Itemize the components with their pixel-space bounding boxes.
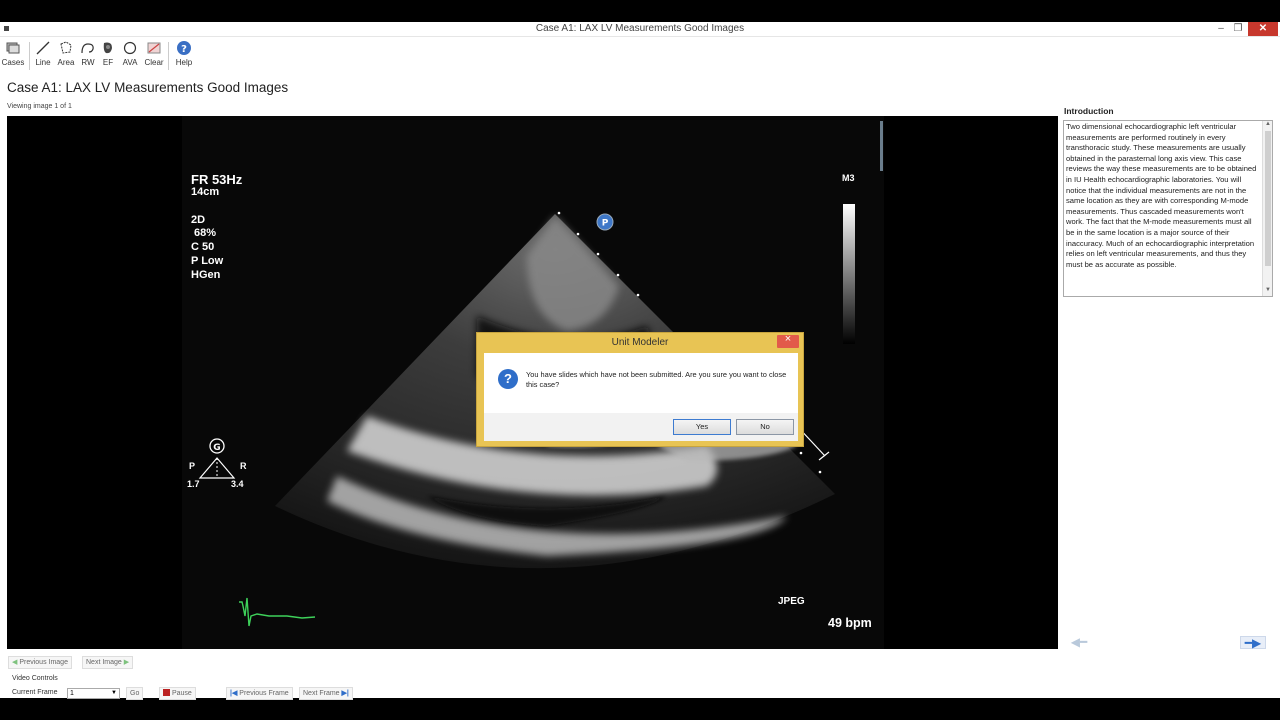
go-button[interactable]: Go (126, 687, 144, 700)
dialog-body: ? You have slides which have not been su… (484, 353, 798, 441)
yes-button[interactable]: Yes (673, 419, 731, 435)
window-title: Case A1: LAX LV Measurements Good Images (535, 23, 745, 34)
dialog-title: Unit Modeler (611, 337, 669, 348)
current-frame-label: Current Frame (12, 689, 58, 696)
image-counter: Viewing image 1 of 1 (7, 103, 72, 110)
next-frame-label: Next Frame (303, 690, 340, 697)
current-frame-value: 1 (70, 690, 74, 697)
orientation-left-value: 1.7 (187, 479, 200, 489)
depth-marker (636, 293, 640, 297)
frame-rate: FR 53Hz (191, 172, 243, 187)
clear-label: Clear (144, 58, 164, 67)
next-slide-arrow-icon[interactable]: ━▶ (1240, 636, 1266, 649)
next-image-button[interactable]: Next Image ▶ (82, 656, 134, 669)
pause-icon (163, 689, 170, 696)
introduction-heading: Introduction (1064, 106, 1114, 116)
scroll-thumb[interactable] (1265, 131, 1271, 266)
introduction-scrollbar[interactable]: ▲ ▼ (1262, 121, 1272, 296)
orientation-right-value: 3.4 (231, 479, 244, 489)
clear-button[interactable]: Clear (141, 40, 167, 67)
image-scroll-indicator[interactable] (880, 121, 883, 171)
title-bar: Case A1: LAX LV Measurements Good Images… (0, 22, 1280, 37)
previous-slide-arrow-icon[interactable]: ◀━ (1066, 636, 1092, 649)
cases-button[interactable]: Cases (0, 40, 26, 67)
toolbar: Cases Line Area RW EF AVA Clear ? Help (0, 38, 200, 72)
video-controls-label: Video Controls (12, 675, 58, 682)
toolbar-separator (168, 42, 169, 70)
no-button[interactable]: No (736, 419, 794, 435)
minimize-button[interactable]: – (1214, 22, 1228, 36)
next-image-label: Next Image (86, 659, 122, 666)
depth-marker (596, 252, 600, 256)
dialog-message: You have slides which have not been subm… (526, 370, 787, 389)
depth-marker (576, 232, 580, 236)
cases-label: Cases (1, 58, 25, 67)
app-window: Case A1: LAX LV Measurements Good Images… (0, 22, 1280, 700)
depth-marker (799, 451, 803, 455)
harmonic-readout: HGen (191, 269, 221, 281)
line-icon (36, 41, 50, 55)
right-arrow-icon: ▶ (121, 659, 130, 666)
question-icon: ? (498, 369, 518, 389)
scroll-up-icon[interactable]: ▲ (1263, 121, 1273, 127)
previous-image-label: Previous Image (19, 659, 68, 666)
depth-marker (557, 211, 561, 215)
rw-icon (81, 43, 94, 54)
previous-frame-button[interactable]: |◀ Previous Frame (226, 687, 293, 700)
format-label: JPEG (778, 596, 805, 607)
heart-rate: 49 bpm (828, 616, 872, 630)
m3-label: M3 (842, 173, 855, 183)
cases-icon (6, 42, 20, 54)
gain-readout: 68% (191, 227, 217, 239)
depth-readout: 14cm (191, 186, 220, 198)
svg-text:?: ? (181, 44, 187, 55)
page-title: Case A1: LAX LV Measurements Good Images (7, 80, 289, 95)
previous-frame-label: Previous Frame (239, 690, 289, 697)
help-button[interactable]: ? Help (171, 40, 197, 67)
gray-scale-bar (843, 204, 855, 344)
area-icon (60, 41, 72, 54)
help-label: Help (175, 58, 193, 67)
dialog-message-area: ? You have slides which have not been su… (484, 353, 798, 413)
ava-tool-button[interactable]: AVA (117, 40, 143, 67)
bottom-controls: ◀ Previous Image Next Image ▶ Video Cont… (0, 652, 1280, 700)
confirm-dialog: Unit Modeler ? You have slides which hav… (476, 332, 804, 447)
introduction-panel[interactable]: Two dimensional echocardiographic left v… (1063, 120, 1273, 297)
help-icon: ? (177, 41, 191, 55)
power-readout: P Low (191, 255, 224, 267)
depth-marker (818, 470, 822, 474)
probe-marker-label: P (602, 219, 609, 229)
pause-button[interactable]: Pause (159, 687, 196, 700)
ef-icon (103, 42, 112, 54)
g-marker-label: G (213, 443, 220, 453)
skip-forward-icon: ▶| (339, 690, 349, 697)
previous-image-button[interactable]: ◀ Previous Image (8, 656, 72, 669)
orientation-p-label: P (189, 461, 196, 471)
current-frame-select[interactable]: 1 ▼ (67, 688, 120, 699)
orientation-r-label: R (240, 461, 247, 471)
introduction-text: Two dimensional echocardiographic left v… (1066, 122, 1257, 269)
mode-readout: 2D (191, 214, 206, 226)
chevron-down-icon: ▼ (111, 690, 117, 696)
dialog-close-button[interactable] (777, 333, 799, 348)
clear-icon (147, 42, 161, 54)
compression-readout: C 50 (191, 241, 215, 253)
ava-icon (123, 41, 137, 55)
ava-label: AVA (122, 58, 138, 67)
scroll-down-icon[interactable]: ▼ (1263, 287, 1273, 293)
close-button[interactable]: ✕ (1248, 22, 1278, 36)
depth-marker (616, 273, 620, 277)
next-frame-button[interactable]: Next Frame ▶| (299, 687, 353, 700)
restore-button[interactable]: ❐ (1231, 22, 1245, 36)
skip-back-icon: |◀ (230, 690, 240, 697)
pause-label: Pause (171, 690, 192, 697)
